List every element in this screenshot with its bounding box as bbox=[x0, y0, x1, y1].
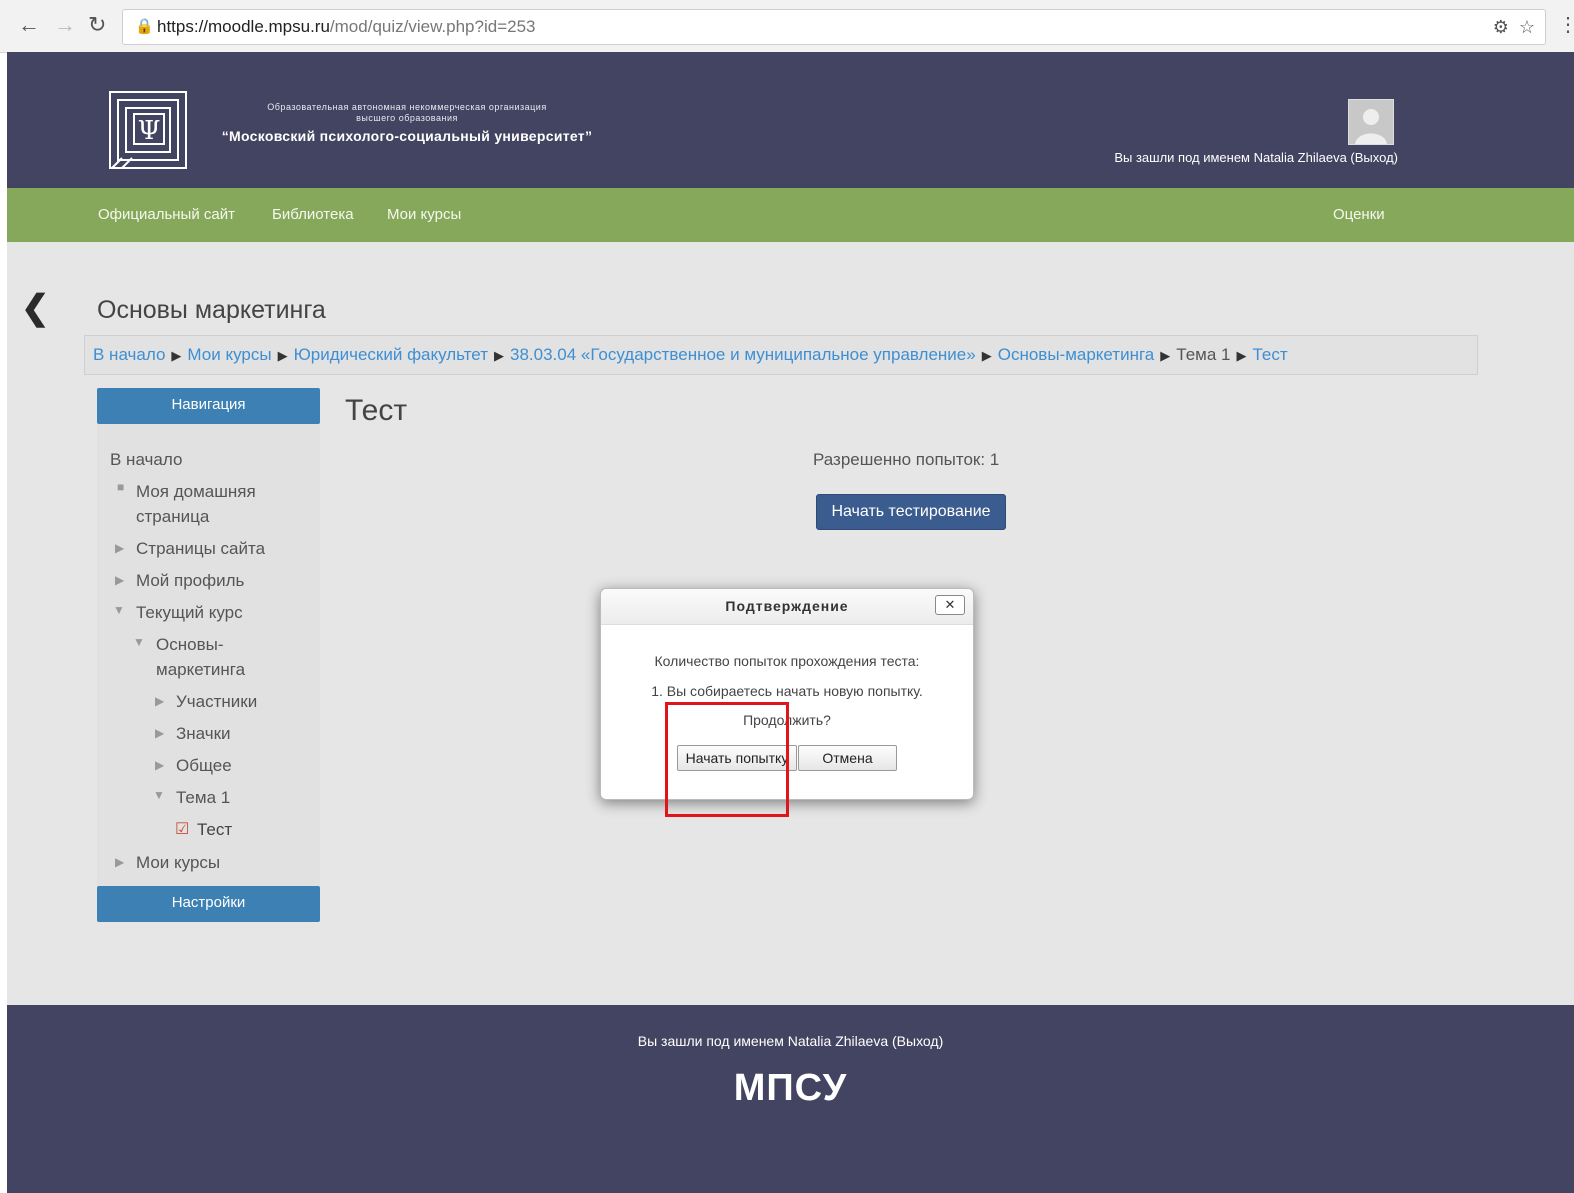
nav-my-courses[interactable]: Мои курсы bbox=[387, 206, 461, 223]
sidebar-item-label: страница bbox=[136, 507, 210, 526]
footer-logged-in-info[interactable]: Вы зашли под именем Natalia Zhilaeva (Вы… bbox=[7, 1033, 1574, 1049]
org-type-line2: высшего образования bbox=[356, 113, 458, 123]
navigation-header[interactable]: Навигация bbox=[97, 388, 320, 424]
url-host: https://moodle.mpsu.ru bbox=[157, 17, 330, 36]
breadcrumb-separator-icon: ▶ bbox=[981, 348, 992, 363]
attempts-allowed-text: Разрешенно попыток: 1 bbox=[813, 450, 1000, 469]
site-settings-icon[interactable]: ⚙ bbox=[1493, 17, 1509, 37]
chevron-left-icon[interactable]: ❮ bbox=[21, 288, 50, 328]
sidebar-item-badges[interactable]: ▶ Значки bbox=[155, 721, 231, 746]
logged-in-info[interactable]: Вы зашли под именем Natalia Zhilaeva (Вы… bbox=[1114, 150, 1398, 165]
breadcrumb: В начало ▶ Мои курсы ▶ Юридический факультет… bbox=[84, 335, 1478, 375]
sidebar-item-label: Значки bbox=[176, 724, 231, 743]
nav-official-site[interactable]: Официальный сайт bbox=[98, 206, 235, 223]
lock-icon: 🔒 bbox=[135, 18, 154, 35]
quiz-checkmark-icon: ☑ bbox=[175, 821, 190, 838]
course-title: Основы маркетинга bbox=[97, 296, 326, 324]
bookmark-star-icon[interactable]: ☆ bbox=[1519, 17, 1535, 37]
sidebar-item-label: Основы- bbox=[156, 635, 224, 654]
sidebar-item-label: Мои курсы bbox=[136, 853, 221, 872]
dialog-title: Подтверждение bbox=[725, 598, 849, 614]
breadcrumb-separator-icon: ▶ bbox=[493, 348, 504, 363]
breadcrumb-home[interactable]: В начало bbox=[93, 345, 165, 364]
caret-right-icon: ▶ bbox=[115, 573, 125, 587]
university-name: “Московский психолого-социальный универс… bbox=[221, 128, 593, 144]
breadcrumb-course[interactable]: Основы-маркетинга bbox=[998, 345, 1155, 364]
sidebar-item-label: Текущий курс bbox=[136, 603, 243, 622]
nav-library[interactable]: Библиотека bbox=[272, 206, 354, 223]
url-text: https://moodle.mpsu.ru/mod/quiz/view.php… bbox=[157, 10, 535, 44]
sidebar-item-quiz[interactable]: ☑ Тест bbox=[175, 817, 232, 842]
university-name-block: Образовательная автономная некоммерческа… bbox=[207, 102, 607, 144]
start-quiz-button[interactable]: Начать тестирование bbox=[816, 494, 1006, 530]
caret-right-icon: ▶ bbox=[115, 541, 125, 555]
sidebar-item-home[interactable]: В начало bbox=[110, 447, 182, 472]
main-navbar: Официальный сайт Библиотека Мои курсы Оц… bbox=[7, 188, 1574, 242]
sidebar-item-label: Страницы сайта bbox=[136, 539, 266, 558]
avatar[interactable] bbox=[1348, 99, 1394, 145]
sidebar-item-participants[interactable]: ▶ Участники bbox=[155, 689, 258, 714]
sidebar-item-current-course[interactable]: ▼ Текущий курс bbox=[113, 600, 243, 625]
sidebar-item-label: Моя домашняя bbox=[136, 482, 256, 501]
caret-right-icon: ▶ bbox=[155, 726, 165, 740]
moodle-page: Ψ Образовательная автономная некоммерчес… bbox=[7, 52, 1574, 1193]
sidebar-item-topic1[interactable]: ▼ Тема 1 bbox=[153, 785, 231, 810]
site-footer: Вы зашли под именем Natalia Zhilaeva (Вы… bbox=[7, 1005, 1574, 1193]
bullet-icon: ■ bbox=[117, 480, 125, 494]
navigation-block: Навигация В начало ■ Моя домашняя страни… bbox=[97, 388, 320, 922]
caret-right-icon: ▶ bbox=[155, 694, 165, 708]
sidebar-item-label: Тест bbox=[197, 820, 233, 839]
dialog-header: Подтверждение ✕ bbox=[601, 589, 973, 625]
breadcrumb-topic: Тема 1 bbox=[1176, 345, 1231, 364]
back-arrow-icon[interactable]: ← bbox=[18, 12, 40, 38]
sidebar-item-label: В начало bbox=[110, 450, 183, 469]
breadcrumb-my-courses[interactable]: Мои курсы bbox=[187, 345, 271, 364]
forward-arrow-icon[interactable]: → bbox=[54, 12, 76, 38]
cancel-button[interactable]: Отмена bbox=[798, 745, 897, 771]
footer-logo[interactable]: МПСУ bbox=[7, 1067, 1574, 1110]
browser-toolbar: ← → ↻ 🔒 https://moodle.mpsu.ru/mod/quiz/… bbox=[0, 0, 1574, 53]
highlight-box bbox=[665, 702, 789, 817]
breadcrumb-separator-icon: ▶ bbox=[171, 348, 182, 363]
breadcrumb-quiz[interactable]: Тест bbox=[1252, 345, 1287, 364]
page-title: Тест bbox=[345, 394, 408, 427]
sidebar-item-label: Мой профиль bbox=[136, 571, 245, 590]
breadcrumb-faculty[interactable]: Юридический факультет bbox=[294, 345, 488, 364]
caret-down-icon: ▼ bbox=[133, 635, 145, 649]
nav-grades[interactable]: Оценки bbox=[1333, 206, 1385, 223]
reload-icon[interactable]: ↻ bbox=[88, 12, 106, 38]
org-type-line1: Образовательная автономная некоммерческа… bbox=[267, 102, 547, 112]
sidebar-item-label: Тема 1 bbox=[176, 788, 231, 807]
breadcrumb-program[interactable]: 38.03.04 «Государственное и муниципально… bbox=[510, 345, 976, 364]
sidebar-item-my-profile[interactable]: ▶ Мой профиль bbox=[115, 568, 245, 593]
url-path: /mod/quiz/view.php?id=253 bbox=[329, 17, 536, 36]
sidebar-item-label: Общее bbox=[176, 756, 232, 775]
dialog-line-new-attempt: 1. Вы собираетесь начать новую попытку. bbox=[651, 683, 923, 699]
dialog-line-attempts: Количество попыток прохождения теста: bbox=[654, 653, 920, 669]
address-bar[interactable]: 🔒 https://moodle.mpsu.ru/mod/quiz/view.p… bbox=[122, 9, 1546, 45]
university-logo[interactable]: Ψ bbox=[108, 90, 188, 170]
menu-kebab-icon[interactable]: ⋮ bbox=[1558, 12, 1574, 37]
sidebar-item-label: Участники bbox=[176, 692, 258, 711]
svg-text:Ψ: Ψ bbox=[138, 116, 161, 146]
sidebar-item-site-pages[interactable]: ▶ Страницы сайта bbox=[115, 536, 266, 561]
sidebar-item-my-courses[interactable]: ▶ Мои курсы bbox=[115, 850, 221, 875]
sidebar-item-my-home[interactable]: ■ Моя домашняя страница bbox=[117, 479, 256, 529]
breadcrumb-separator-icon: ▶ bbox=[1236, 348, 1247, 363]
sidebar-item-label: маркетинга bbox=[156, 660, 246, 679]
caret-right-icon: ▶ bbox=[115, 855, 125, 869]
caret-down-icon: ▼ bbox=[153, 788, 165, 802]
settings-header[interactable]: Настройки bbox=[97, 886, 320, 922]
caret-down-icon: ▼ bbox=[113, 603, 125, 617]
site-header: Ψ Образовательная автономная некоммерчес… bbox=[7, 52, 1574, 188]
close-icon[interactable]: ✕ bbox=[935, 595, 965, 615]
breadcrumb-separator-icon: ▶ bbox=[277, 348, 288, 363]
breadcrumb-separator-icon: ▶ bbox=[1160, 348, 1171, 363]
sidebar-item-course[interactable]: ▼ Основы- маркетинга bbox=[133, 632, 246, 682]
sidebar-item-general[interactable]: ▶ Общее bbox=[155, 753, 232, 778]
caret-right-icon: ▶ bbox=[155, 758, 165, 772]
